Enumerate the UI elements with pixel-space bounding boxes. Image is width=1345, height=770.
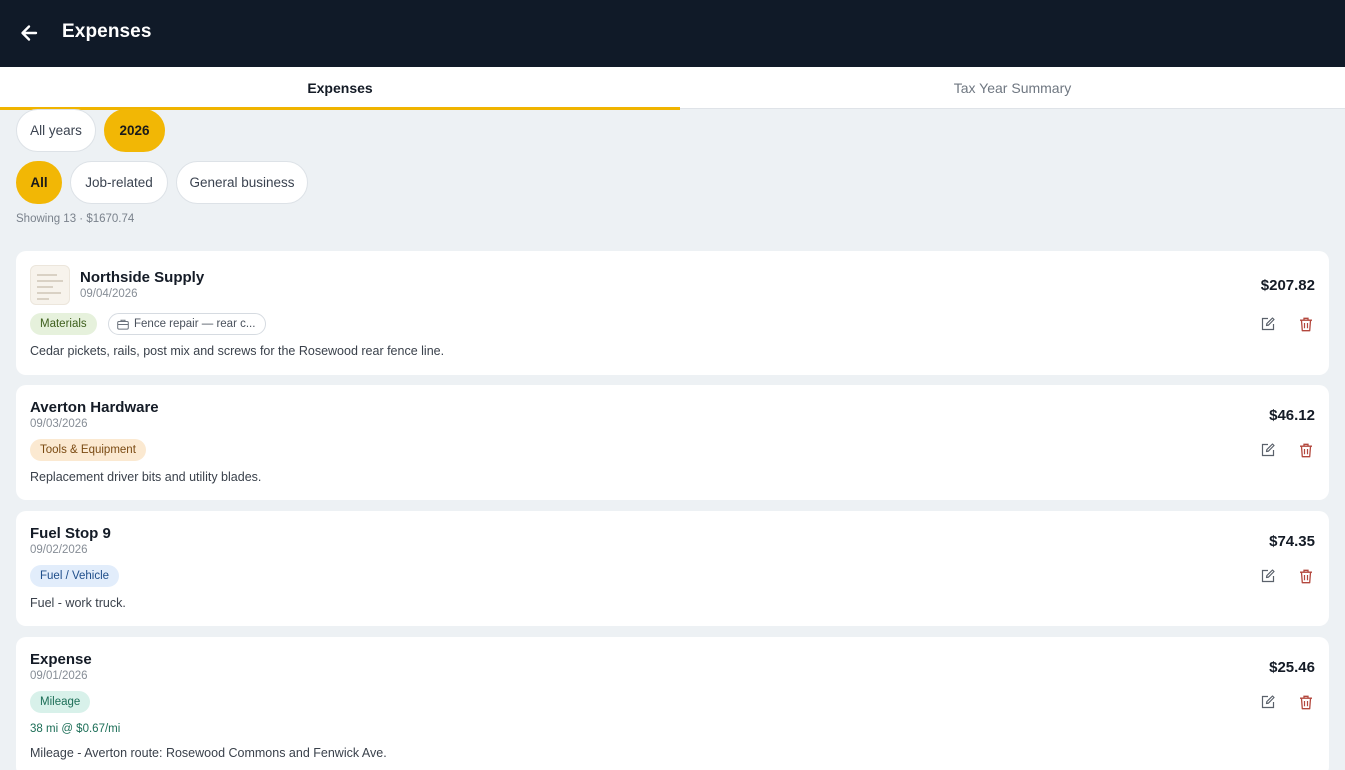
category-tag: Tools & Equipment (30, 439, 146, 461)
expense-date: 09/03/2026 (30, 418, 88, 430)
delete-button[interactable] (1295, 565, 1317, 587)
expense-card[interactable]: Averton Hardware 09/03/2026 $46.12 Tools… (16, 385, 1329, 500)
expense-date: 09/04/2026 (80, 288, 138, 300)
expense-card[interactable]: Northside Supply 09/04/2026 $207.82 Mate… (16, 251, 1329, 375)
job-label: Fence repair — rear c... (134, 318, 256, 330)
edit-button[interactable] (1257, 691, 1279, 713)
tab-bar: Expenses Tax Year Summary (0, 67, 1345, 110)
expense-amount: $25.46 (1269, 659, 1315, 676)
edit-button[interactable] (1257, 313, 1279, 335)
expense-card[interactable]: Expense 09/01/2026 $25.46 Mileage 38 mi … (16, 637, 1329, 770)
edit-icon (1261, 317, 1275, 331)
category-tag: Fuel / Vehicle (30, 565, 120, 587)
job-link-chip[interactable]: Fence repair — rear c... (108, 313, 267, 335)
edit-icon (1261, 695, 1275, 709)
page-title: Expenses (62, 21, 152, 42)
delete-button[interactable] (1295, 691, 1317, 713)
category-tag: Materials (30, 313, 97, 335)
trash-icon (1300, 695, 1312, 709)
expense-description: Replacement driver bits and utility blad… (30, 470, 262, 484)
trash-icon (1300, 317, 1312, 331)
briefcase-icon (117, 319, 129, 330)
expense-date: 09/02/2026 (30, 544, 88, 556)
trash-icon (1300, 569, 1312, 583)
mileage-detail: 38 mi @ $0.67/mi (30, 723, 121, 735)
arrow-left-icon (21, 25, 38, 41)
category-tag: Mileage (30, 691, 91, 713)
expense-description: Mileage - Averton route: Rosewood Common… (30, 746, 387, 760)
delete-button[interactable] (1295, 313, 1317, 335)
expense-amount: $46.12 (1269, 407, 1315, 424)
receipt-thumbnail[interactable] (30, 265, 70, 305)
filter-year-2026[interactable]: 2026 (104, 109, 165, 152)
expense-vendor: Expense (30, 651, 92, 668)
expense-date: 09/01/2026 (30, 670, 88, 682)
filter-all-years[interactable]: All years (16, 109, 96, 152)
expense-amount: $74.35 (1269, 533, 1315, 550)
delete-button[interactable] (1295, 439, 1317, 461)
back-button[interactable] (16, 20, 42, 46)
filter-job-related[interactable]: Job-related (70, 161, 168, 204)
expense-vendor: Averton Hardware (30, 399, 159, 416)
tab-tax-year-summary[interactable]: Tax Year Summary (680, 67, 1345, 108)
filter-general-business[interactable]: General business (176, 161, 308, 204)
filter-all[interactable]: All (16, 161, 62, 204)
expense-vendor: Fuel Stop 9 (30, 525, 111, 542)
trash-icon (1300, 443, 1312, 457)
expense-description: Cedar pickets, rails, post mix and screw… (30, 344, 445, 358)
edit-icon (1261, 443, 1275, 457)
app-header: Expenses (0, 0, 1345, 67)
expense-amount: $207.82 (1260, 277, 1315, 294)
tab-expenses[interactable]: Expenses (0, 67, 680, 110)
edit-icon (1261, 569, 1275, 583)
edit-button[interactable] (1257, 565, 1279, 587)
expense-vendor: Northside Supply (80, 269, 205, 286)
expense-card[interactable]: Fuel Stop 9 09/02/2026 $74.35 Fuel / Veh… (16, 511, 1329, 626)
expense-description: Fuel - work truck. (30, 596, 126, 610)
edit-button[interactable] (1257, 439, 1279, 461)
results-summary: Showing 13 · $1670.74 (16, 213, 135, 225)
